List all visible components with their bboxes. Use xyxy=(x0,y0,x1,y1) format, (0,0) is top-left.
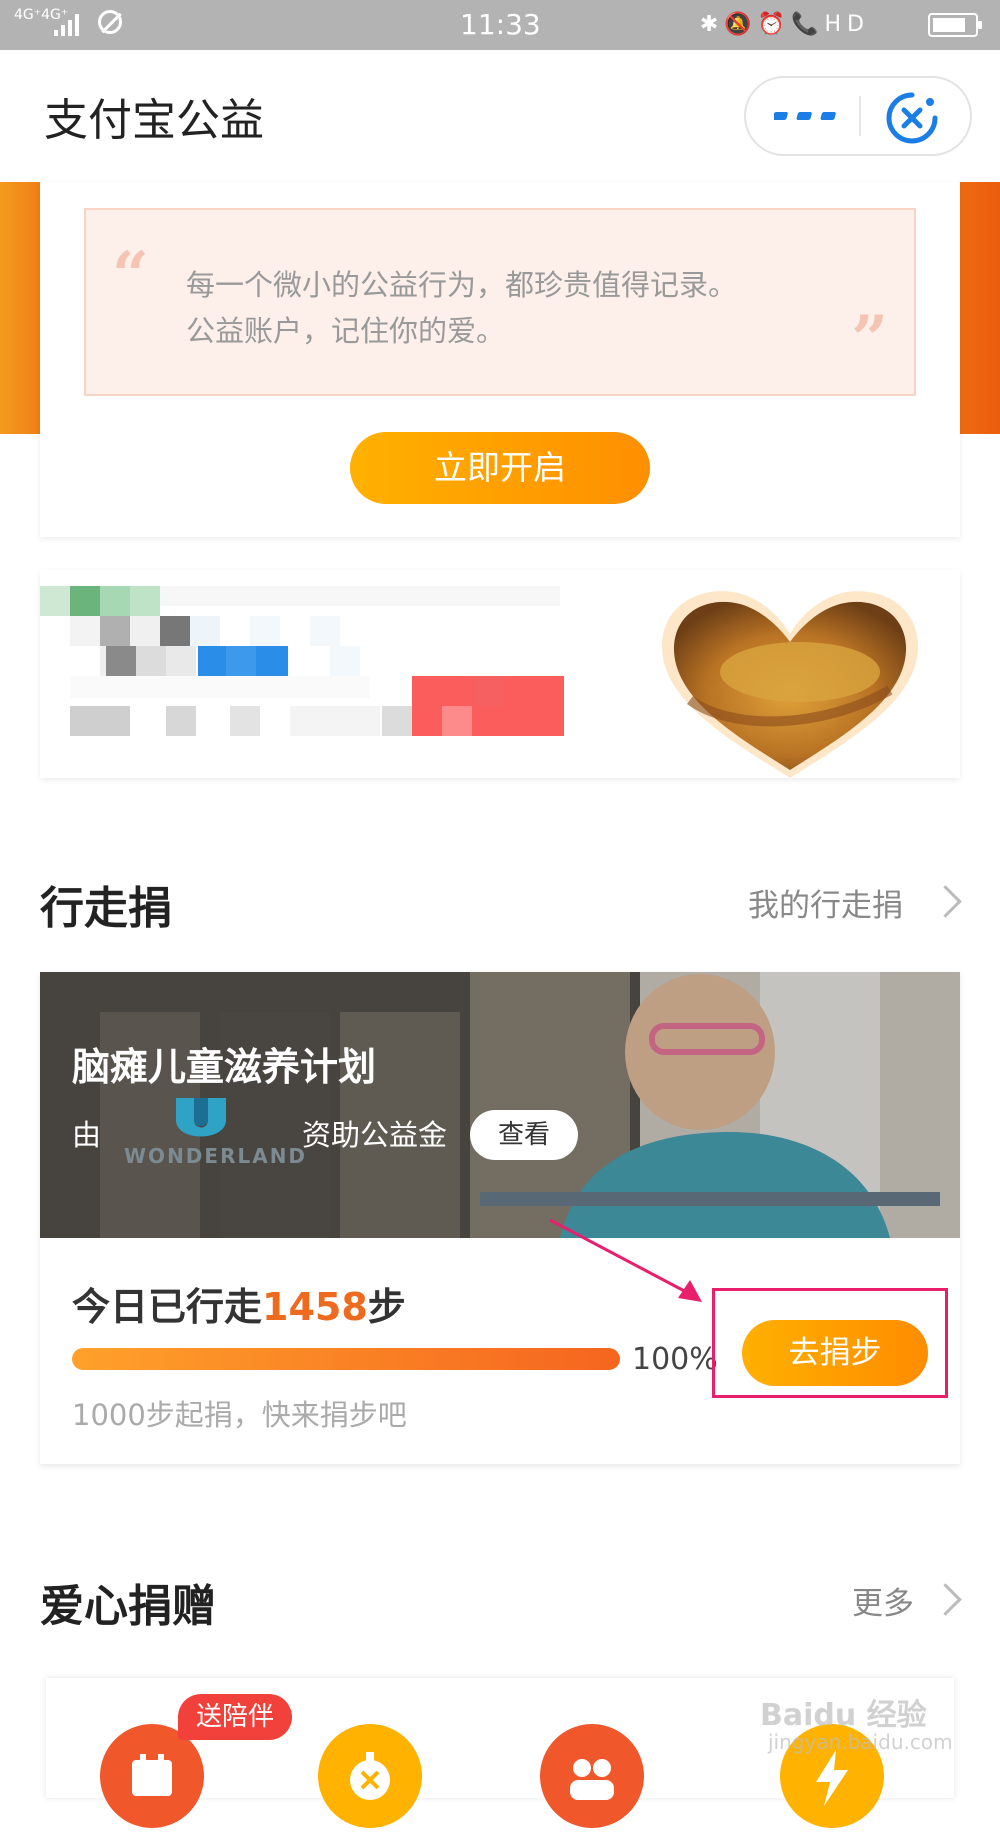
chevron-right-icon xyxy=(929,1583,962,1616)
more-link[interactable]: 更多 xyxy=(852,1578,914,1623)
watermark-url: jingyan.baidu.com xyxy=(768,1730,953,1754)
promo-banner-card[interactable] xyxy=(40,570,960,778)
steps-prefix: 今日已行走 xyxy=(72,1285,263,1329)
battery-icon xyxy=(928,13,982,37)
wonderland-logo-icon xyxy=(176,1098,226,1137)
annotation-arrow-icon xyxy=(549,1218,702,1302)
project-photo[interactable]: 脑瘫儿童滋养计划 由 WONDERLAND 资助公益金 查看 xyxy=(40,972,960,1238)
steps-count: 1458 xyxy=(262,1285,368,1329)
today-steps: 今日已行走1458步 xyxy=(72,1276,406,1331)
status-bar: 4G⁺4G⁺ 11:33 ✱🔕⏰📞HD xyxy=(0,0,1000,50)
no-sim-icon xyxy=(98,10,122,34)
progress-percent: 100% xyxy=(632,1342,718,1377)
mini-program-capsule xyxy=(744,76,972,156)
walk-section-title: 行走捐 xyxy=(40,883,172,934)
project-title: 脑瘫儿童滋养计划 xyxy=(72,1045,377,1089)
clock: 11:33 xyxy=(460,8,541,41)
quote-open-icon: “ xyxy=(112,238,149,313)
steps-progress-bar xyxy=(72,1348,620,1370)
capsule-divider xyxy=(859,96,861,136)
fund-label: 资助公益金 xyxy=(302,1118,448,1152)
heart-image xyxy=(661,591,919,778)
banner-accent-right xyxy=(960,182,1000,434)
more-dots-icon[interactable] xyxy=(774,98,844,134)
quote-line-2: 公益账户，记住你的爱。 xyxy=(186,314,506,348)
quote-box: “ 每一个微小的公益行为，都珍贵值得记录。 公益账户，记住你的爱。 ” xyxy=(84,208,916,396)
signal-icon xyxy=(54,14,79,36)
sponsored-by-label: 由 xyxy=(72,1118,102,1152)
donation-section-title: 爱心捐赠 xyxy=(40,1581,216,1632)
page-title: 支付宝公益 xyxy=(44,95,264,146)
companion-badge: 送陪伴 xyxy=(178,1694,292,1740)
timer-icon[interactable] xyxy=(318,1724,422,1828)
donate-hint: 1000步起捐，快来捐步吧 xyxy=(72,1398,407,1432)
close-circle-icon[interactable] xyxy=(886,92,938,144)
open-now-button[interactable]: 立即开启 xyxy=(350,432,650,504)
my-walk-link[interactable]: 我的行走捐 xyxy=(748,880,903,925)
chevron-right-icon xyxy=(929,885,962,918)
app-header: 支付宝公益 xyxy=(0,50,1000,182)
annotation-highlight-box xyxy=(712,1288,948,1398)
quote-close-icon: ” xyxy=(851,302,888,377)
watermark: Baidu 经验 xyxy=(760,1698,927,1733)
progress-fill xyxy=(72,1348,620,1370)
steps-suffix: 步 xyxy=(367,1285,406,1329)
sponsor-logo: WONDERLAND xyxy=(124,1144,308,1168)
quote-line-1: 每一个微小的公益行为，都珍贵值得记录。 xyxy=(186,268,738,302)
view-button[interactable]: 查看 xyxy=(470,1110,578,1160)
people-icon[interactable] xyxy=(540,1724,644,1828)
banner-accent-left xyxy=(0,182,40,434)
blurred-promo-text xyxy=(40,570,600,778)
status-icons: ✱🔕⏰📞HD xyxy=(699,12,870,37)
